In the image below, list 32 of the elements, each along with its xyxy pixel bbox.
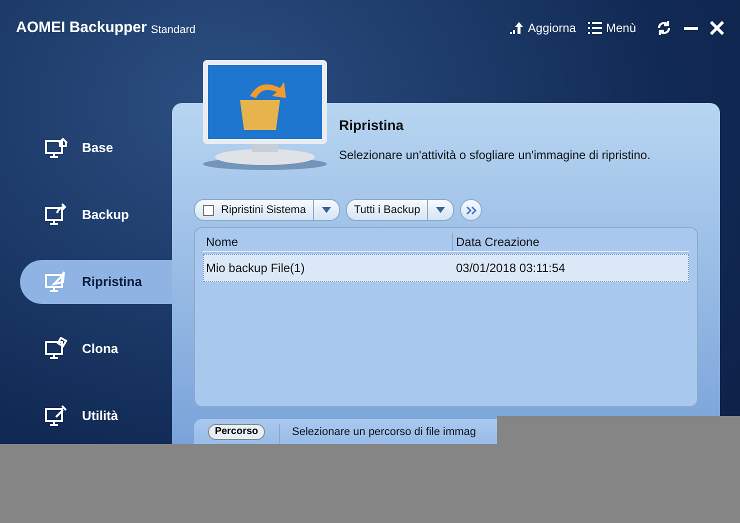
refresh-button[interactable] (656, 20, 672, 36)
arrow-up-icon (510, 21, 524, 35)
minimize-button[interactable] (684, 26, 698, 30)
double-chevron-icon (466, 206, 477, 214)
app-title: AOMEI Backupper (16, 18, 147, 38)
path-button[interactable]: Percorso (208, 424, 266, 440)
filter-dropdown[interactable]: Tutti i Backup (346, 199, 454, 221)
page-description: Selezionare un'attività o sfogliare un'immagine di ripristino. (339, 147, 652, 164)
refresh-icon (656, 20, 672, 36)
checkbox[interactable] (203, 204, 214, 216)
sidebar-item[interactable]: Backup (20, 193, 172, 237)
monitor-icon (44, 337, 70, 361)
app-edition: Standard (150, 22, 196, 38)
page-title: Ripristina (339, 116, 405, 135)
filter-dropdown[interactable]: Ripristini Sistema (194, 199, 340, 221)
menu-button[interactable]: Menù (588, 19, 636, 37)
more-button[interactable] (460, 199, 482, 221)
menu-icon (588, 22, 602, 34)
upgrade-button[interactable]: Aggiorna (510, 19, 576, 37)
monitor-icon (44, 136, 70, 160)
column-header: Nome (203, 232, 453, 250)
path-hint: Selezionare un percorso di file immag (292, 425, 476, 440)
caret-icon (322, 207, 331, 213)
sidebar-item[interactable]: Base (20, 126, 172, 170)
caret-icon (436, 207, 446, 213)
sidebar-item[interactable]: Utilità (20, 394, 172, 438)
column-header: Data Creazione (455, 234, 540, 250)
table-row[interactable]: Mio backup File(1) 03/01/2018 03:11:54 (203, 254, 689, 282)
close-button[interactable] (710, 21, 724, 35)
sidebar-item[interactable]: Ripristina (20, 260, 172, 304)
close-icon (710, 21, 724, 35)
sidebar-item[interactable]: Clona (20, 327, 172, 371)
